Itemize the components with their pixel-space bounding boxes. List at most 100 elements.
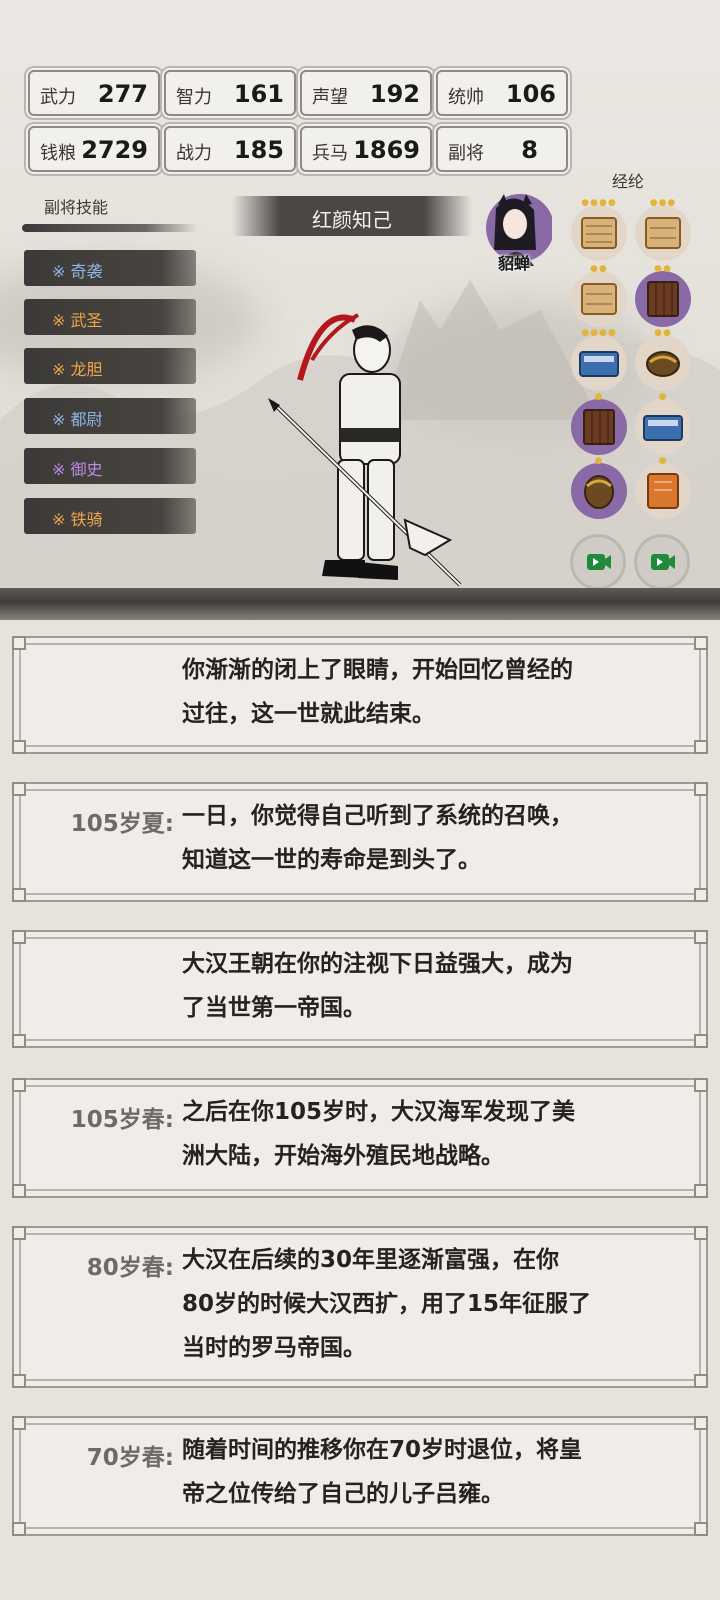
stat-qianliang: 钱粮 2729 xyxy=(28,126,160,172)
stat-label: 战力 xyxy=(176,143,212,164)
log-line: 当时的罗马帝国。 xyxy=(182,1335,366,1361)
log-text: 你渐渐的闭上了眼睛，开始回忆曾经的 过往，这一世就此结束。 xyxy=(182,648,652,736)
stat-label: 武力 xyxy=(40,87,76,108)
rank-dots: ● xyxy=(594,392,604,402)
watch-video-button[interactable] xyxy=(570,534,626,590)
bamboo-book-icon[interactable] xyxy=(570,398,628,456)
stat-label: 统帅 xyxy=(448,87,484,108)
skill-qixi[interactable]: ※ 奇袭 xyxy=(24,250,196,286)
frame-corner xyxy=(12,1522,26,1536)
stat-label: 兵马 xyxy=(312,143,348,164)
skill-wusheng[interactable]: ※ 武圣 xyxy=(24,299,196,335)
frame-corner xyxy=(12,1034,26,1048)
scroll-item-icon[interactable] xyxy=(570,204,628,262)
log-entry: 105岁夏: 一日，你觉得自己听到了系统的召唤， 知道这一世的寿命是到头了。 xyxy=(12,782,708,902)
log-text: 大汉王朝在你的注视下日益强大，成为 了当世第一帝国。 xyxy=(182,942,652,1030)
skill-duwei[interactable]: ※ 都尉 xyxy=(24,398,196,434)
consort-name: 貂蝉 xyxy=(497,254,530,273)
orange-book-icon[interactable] xyxy=(634,462,692,520)
rolled-scroll-icon[interactable] xyxy=(634,334,692,392)
frame-corner xyxy=(12,888,26,902)
frame-corner xyxy=(12,930,26,944)
log-line: 80岁的时候大汉西扩，用了15年征服了 xyxy=(182,1291,592,1317)
stat-zhanli: 战力 185 xyxy=(164,126,296,172)
skill-label: ※ 奇袭 xyxy=(52,262,103,281)
stat-zhili: 智力 161 xyxy=(164,70,296,116)
log-line: 之后在你105岁时，大汉海军发现了美 xyxy=(182,1099,576,1125)
rank-dots: ● xyxy=(658,456,668,466)
log-text: 随着时间的推移你在70岁时退位，将皇 帝之位传给了自己的儿子吕雍。 xyxy=(182,1428,652,1516)
ground-strip xyxy=(0,588,720,620)
lunjing-title: 经纶 xyxy=(612,172,645,191)
frame-corner xyxy=(12,1226,26,1240)
rank-dots: ●●● xyxy=(649,198,677,208)
log-age: 70岁春: xyxy=(86,1445,174,1471)
rank-dots: ●● xyxy=(654,264,672,274)
log-line: 了当世第一帝国。 xyxy=(182,995,366,1021)
scroll-item-icon[interactable] xyxy=(634,204,692,262)
skills-divider xyxy=(22,224,198,232)
log-line: 过往，这一世就此结束。 xyxy=(182,701,435,727)
stat-label: 智力 xyxy=(176,87,212,108)
blue-book-icon[interactable] xyxy=(570,334,628,392)
log-entry: 105岁春: 之后在你105岁时，大汉海军发现了美 洲大陆，开始海外殖民地战略。 xyxy=(12,1078,708,1198)
frame-corner xyxy=(12,636,26,650)
log-age: 105岁夏: xyxy=(70,811,174,837)
game-scene: 武力 277 智力 161 声望 192 统帅 106 钱粮 2729 战力 185 兵马 1… xyxy=(0,0,720,620)
frame-corner xyxy=(694,1226,708,1240)
frame-corner xyxy=(12,1078,26,1092)
bamboo-book-icon[interactable] xyxy=(634,270,692,328)
skill-label: ※ 都尉 xyxy=(52,410,103,429)
rank-dots: ●● xyxy=(590,264,608,274)
stat-label: 副将 xyxy=(448,143,484,164)
stat-bingma: 兵马 1869 xyxy=(300,126,432,172)
stat-fujiang: 副将 8 xyxy=(436,126,568,172)
frame-corner xyxy=(694,1184,708,1198)
log-text: 之后在你105岁时，大汉海军发现了美 洲大陆，开始海外殖民地战略。 xyxy=(182,1090,652,1178)
log-entry: 80岁春: 大汉在后续的30年里逐渐富强，在你 80岁的时候大汉西扩，用了15年征… xyxy=(12,1226,708,1388)
video-play-icon xyxy=(651,554,675,570)
log-line: 你渐渐的闭上了眼睛，开始回忆曾经的 xyxy=(182,657,573,683)
frame-corner xyxy=(12,1374,26,1388)
title-banner: 红颜知己 xyxy=(232,196,472,236)
watch-video-button[interactable] xyxy=(634,534,690,590)
frame-corner xyxy=(694,636,708,650)
log-entry: 70岁春: 随着时间的推移你在70岁时退位，将皇 帝之位传给了自己的儿子吕雍。 xyxy=(12,1416,708,1536)
frame-corner xyxy=(12,740,26,754)
scroll-item-icon[interactable] xyxy=(570,270,628,328)
stat-value: 161 xyxy=(233,80,284,108)
stat-label: 钱粮 xyxy=(40,143,76,164)
log-age: 80岁春: xyxy=(86,1255,174,1281)
log-entry: 你渐渐的闭上了眼睛，开始回忆曾经的 过往，这一世就此结束。 xyxy=(12,636,708,754)
blue-book-icon[interactable] xyxy=(634,398,692,456)
skill-label: ※ 龙胆 xyxy=(52,360,103,379)
stat-value: 2729 xyxy=(81,136,148,164)
skill-tieqi[interactable]: ※ 铁骑 xyxy=(24,498,196,534)
stat-tongshuai: 统帅 106 xyxy=(436,70,568,116)
frame-corner xyxy=(694,1374,708,1388)
skill-label: ※ 铁骑 xyxy=(52,510,103,529)
life-log[interactable]: 你渐渐的闭上了眼睛，开始回忆曾经的 过往，这一世就此结束。 105岁夏: 一日，你… xyxy=(0,620,720,1600)
skill-label: ※ 武圣 xyxy=(52,311,103,330)
frame-corner xyxy=(694,1034,708,1048)
frame-corner xyxy=(12,1184,26,1198)
stat-value: 192 xyxy=(369,80,420,108)
stat-value: 277 xyxy=(97,80,148,108)
stat-value: 185 xyxy=(233,136,284,164)
stat-shengwang: 声望 192 xyxy=(300,70,432,116)
frame-corner xyxy=(694,782,708,796)
frame-corner xyxy=(694,930,708,944)
log-line: 知道这一世的寿命是到头了。 xyxy=(182,847,481,873)
log-line: 帝之位传给了自己的儿子吕雍。 xyxy=(182,1481,504,1507)
banner-text: 红颜知己 xyxy=(312,208,392,232)
skill-yushi[interactable]: ※ 御史 xyxy=(24,448,196,484)
stat-value: 1869 xyxy=(353,136,420,164)
log-line: 大汉在后续的30年里逐渐富强，在你 xyxy=(182,1247,560,1273)
rolled-scroll-icon[interactable] xyxy=(570,462,628,520)
skill-longdan[interactable]: ※ 龙胆 xyxy=(24,348,196,384)
log-line: 一日，你觉得自己听到了系统的召唤， xyxy=(182,803,573,829)
log-entry: 大汉王朝在你的注视下日益强大，成为 了当世第一帝国。 xyxy=(12,930,708,1048)
stat-label: 声望 xyxy=(312,87,348,108)
frame-corner xyxy=(694,888,708,902)
frame-corner xyxy=(694,1078,708,1092)
